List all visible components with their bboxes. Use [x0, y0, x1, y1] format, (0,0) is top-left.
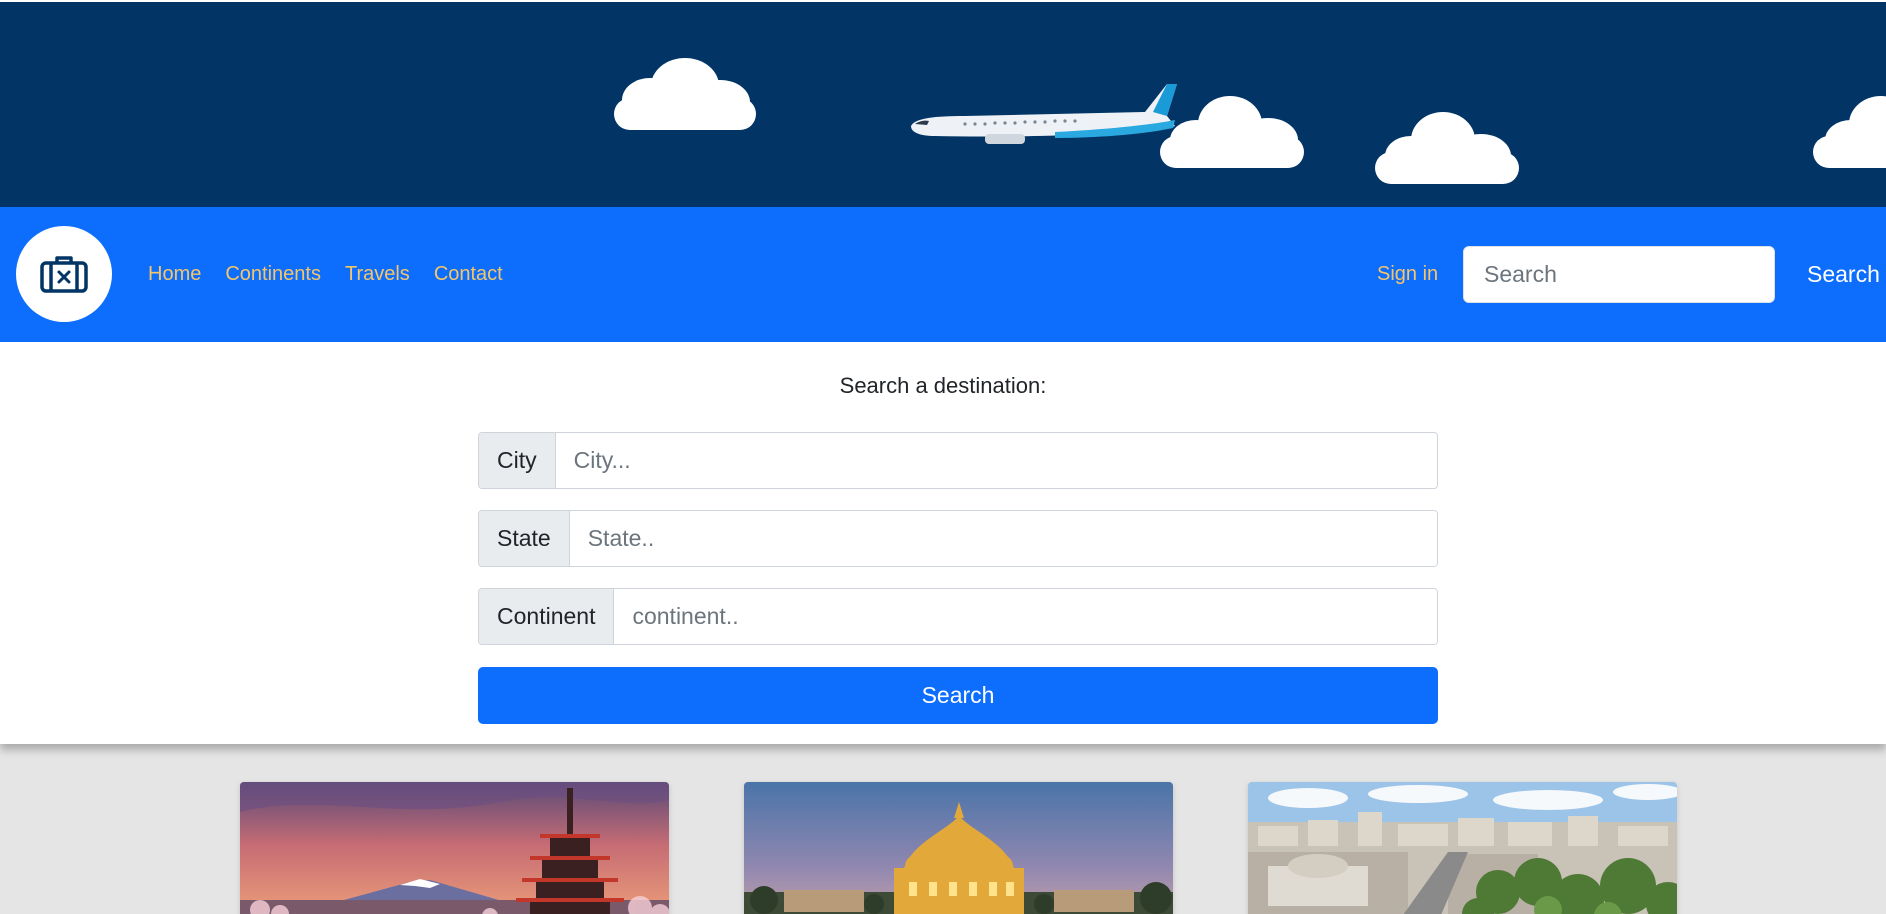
nav-link-home[interactable]: Home: [148, 263, 201, 286]
city-label: City: [479, 433, 556, 488]
search-submit-button[interactable]: Search: [478, 667, 1438, 724]
navbar: Home Continents Travels Contact Sign in …: [0, 207, 1886, 342]
luggage-icon: [40, 256, 88, 293]
continent-input-group: Continent: [478, 588, 1438, 645]
state-input-group: State: [478, 510, 1438, 567]
destination-card-city[interactable]: [1248, 782, 1677, 914]
search-form-title: Search a destination:: [839, 373, 1047, 398]
nav-links: Home Continents Travels Contact: [148, 207, 503, 342]
state-input[interactable]: [569, 511, 1437, 566]
destination-search-panel: Search a destination: City State Contine…: [0, 342, 1886, 744]
japan-pagoda-mount-fuji-image: [240, 782, 669, 914]
airplane-icon: [911, 84, 1177, 144]
hero-banner: [0, 0, 1886, 207]
nav-link-continents[interactable]: Continents: [225, 263, 321, 286]
nav-link-travels[interactable]: Travels: [345, 263, 410, 286]
destination-card-temple[interactable]: [744, 782, 1173, 914]
cloud-icon: [1160, 96, 1304, 168]
destination-card-japan[interactable]: [240, 782, 669, 914]
nav-search-button[interactable]: Search: [1790, 246, 1886, 303]
cloud-icon: [614, 58, 756, 130]
cloud-icon: [1813, 96, 1886, 168]
state-label: State: [479, 511, 570, 566]
nav-search-input[interactable]: [1463, 246, 1775, 303]
sign-in-link[interactable]: Sign in: [1377, 207, 1438, 342]
nav-link-contact[interactable]: Contact: [434, 263, 503, 286]
city-aerial-view-image: [1248, 782, 1677, 914]
city-input[interactable]: [555, 433, 1437, 488]
logo[interactable]: [16, 226, 112, 322]
city-input-group: City: [478, 432, 1438, 489]
cloud-icon: [1375, 112, 1519, 184]
illuminated-temple-image: [744, 782, 1173, 914]
continent-label: Continent: [479, 589, 615, 644]
continent-input[interactable]: [614, 589, 1437, 644]
